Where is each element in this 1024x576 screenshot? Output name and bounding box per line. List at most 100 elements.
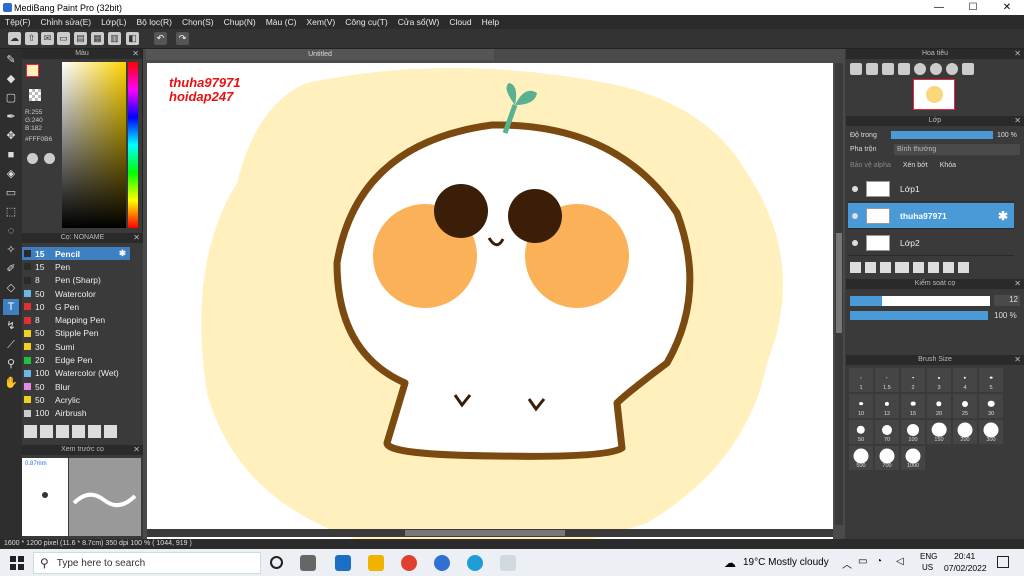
brush-settings-gear-icon[interactable]: ✱ [119,248,126,259]
text-tool-icon[interactable]: T [3,299,19,315]
brush-item[interactable]: 100 Watercolor (Wet) [22,367,130,380]
foreground-color-swatch[interactable] [26,64,39,77]
brush-size-cell[interactable]: 50 [848,419,874,445]
bucket-tool-icon[interactable]: ◈ [3,166,19,182]
brush-size-cell[interactable]: 100 [900,419,926,445]
rotate-left-icon[interactable] [914,63,926,75]
brush-item[interactable]: 8 Mapping Pen [22,313,130,326]
lock-checkbox[interactable]: Khóa [940,162,956,169]
page-icon[interactable]: ▤ [74,32,87,45]
canvas-vertical-scrollbar[interactable] [835,63,843,525]
app-notification-icon[interactable] [434,555,450,571]
clock-date[interactable]: 07/02/2022 [944,563,987,573]
eraser-tool-icon[interactable]: ◆ [3,71,19,87]
brush-size-cell[interactable]: 30 [978,393,1004,419]
brush-item[interactable]: 20 Edge Pen [22,353,130,366]
opacity-slider[interactable] [891,131,993,139]
layer-visibility-icon[interactable] [852,212,858,219]
layer-item[interactable]: thuha97971 ✱ [848,203,1014,229]
hue-slider[interactable] [128,62,138,228]
brush-size-cell[interactable]: 1 [848,367,874,393]
brush-size-cell[interactable]: 150 [926,419,952,445]
grid-icon[interactable]: ▦ [91,32,104,45]
cloud-icon[interactable]: ☁ [8,32,21,45]
layer-visibility-icon[interactable] [852,239,858,246]
wifi-icon[interactable]: ◔ [876,556,882,567]
close-button[interactable]: ✕ [990,0,1024,15]
brush-size-cell[interactable]: 1000 [900,445,926,471]
layer-item[interactable]: Lớp2 [848,230,1014,256]
brush-item[interactable]: 50 Blur [22,380,130,393]
notification-icon[interactable] [997,556,1009,568]
brush-item[interactable]: 30 Sumi [22,340,130,353]
saturation-value-picker[interactable] [62,62,126,228]
rotate-right-icon[interactable] [946,63,958,75]
brush-size-cell[interactable]: 25 [952,393,978,419]
menu-snap[interactable]: Chụp(N) [219,17,261,27]
brush-size-value[interactable]: 12 [994,295,1020,306]
brush-size-slider[interactable] [850,295,990,306]
brush-size-cell[interactable]: 700 [874,445,900,471]
menu-select[interactable]: Chọn(S) [177,17,219,27]
duplicate-layer-icon[interactable] [928,262,939,273]
menu-filter[interactable]: Bộ lọc(R) [132,17,177,27]
brush-size-cell[interactable]: 12 [874,393,900,419]
brush-size-cell[interactable]: 15 [900,393,926,419]
layer-visibility-icon[interactable] [852,185,858,192]
brush-item[interactable]: 8 Pen (Sharp) [22,274,130,287]
brush-size-cell[interactable]: 1.5 [874,367,900,393]
maximize-button[interactable]: ☐ [956,0,990,15]
fill-rect-tool-icon[interactable]: ■ [3,147,19,163]
menu-layer[interactable]: Lớp(L) [96,17,131,27]
divide-tool-icon[interactable]: ⟋ [3,337,19,353]
brush-item[interactable]: 50 Stipple Pen [22,327,130,340]
minimize-button[interactable]: — [922,0,956,15]
brush-opacity-slider[interactable] [850,311,988,320]
new-layer-2-icon[interactable] [865,262,876,273]
chrome-icon[interactable] [401,555,417,571]
canvas-horizontal-scrollbar[interactable] [147,529,833,537]
tray-chevron-icon[interactable]: ︿ [842,556,852,571]
weather-text[interactable]: 19°C Mostly cloudy [743,557,829,568]
actual-size-icon[interactable] [898,63,910,75]
brush-size-cell[interactable]: 300 [978,419,1004,445]
clock-time[interactable]: 20:41 [954,551,975,561]
gradient-tool-icon[interactable]: ▭ [3,185,19,201]
menu-cloud[interactable]: Cloud [444,17,476,27]
brush-size-cell[interactable]: 2 [900,367,926,393]
edge-icon[interactable] [467,555,483,571]
redo-icon[interactable]: ↷ [176,32,189,45]
cortana-icon[interactable] [270,556,283,569]
new-layer-icon[interactable] [850,262,861,273]
brush-size-cell[interactable]: 20 [926,393,952,419]
zoom-in-icon[interactable] [850,63,862,75]
dark-icon[interactable]: ◧ [126,32,139,45]
search-box[interactable]: ⚲ Type here to search [33,552,261,574]
zoom-out-icon[interactable] [866,63,878,75]
eyedropper-tool-icon[interactable]: ⚲ [3,356,19,372]
brush-item[interactable]: 100 Airbrush [22,407,130,420]
brush-item[interactable]: 15 Pen [22,260,130,273]
background-color-swatch[interactable] [29,89,41,101]
lasso-tool-icon[interactable]: ◌ [3,223,19,239]
flip-icon[interactable] [962,63,974,75]
brush-size-cell[interactable]: 70 [874,419,900,445]
brush-item[interactable]: 50 Acrylic [22,393,130,406]
windows-start-icon[interactable] [10,556,24,570]
operation-tool-icon[interactable]: ↯ [3,318,19,334]
protect-alpha-checkbox[interactable]: Bảo vệ alpha [850,162,891,169]
menu-tools[interactable]: Công cụ(T) [340,17,393,27]
language-indicator[interactable]: ENG [920,552,937,561]
magic-wand-icon[interactable]: ✧ [3,242,19,258]
menu-file[interactable]: Tệp(F) [0,17,36,27]
keyboard-indicator[interactable]: US [922,563,933,572]
layer-settings-gear-icon[interactable]: ✱ [998,209,1008,223]
brush-size-cell[interactable]: 4 [952,367,978,393]
select-eraser-icon[interactable]: ◇ [3,280,19,296]
brush-size-cell[interactable]: 5 [978,367,1004,393]
brush-item[interactable]: 10 G Pen [22,300,130,313]
fit-icon[interactable] [882,63,894,75]
select-pen-icon[interactable]: ✐ [3,261,19,277]
edit-brush-icon[interactable] [72,425,85,438]
chat-icon[interactable]: ▭ [57,32,70,45]
